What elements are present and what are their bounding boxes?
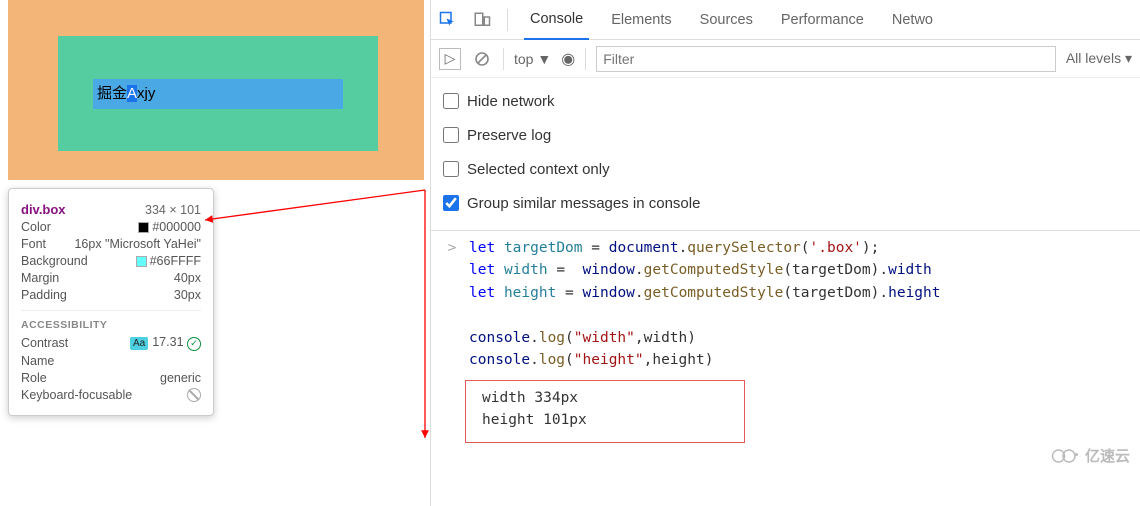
no-icon bbox=[187, 388, 201, 402]
prompt-icon: > bbox=[435, 237, 469, 372]
devtools-panel: Console Elements Sources Performance Net… bbox=[430, 0, 1140, 506]
tab-performance[interactable]: Performance bbox=[775, 0, 870, 40]
tab-sources[interactable]: Sources bbox=[694, 0, 759, 40]
output-highlight: width 334px height 101px bbox=[465, 380, 745, 443]
tooltip-selector: div.box bbox=[21, 202, 66, 217]
tooltip-color-label: Color bbox=[21, 220, 51, 234]
chevron-down-icon: ▾ bbox=[1125, 50, 1132, 66]
filter-input[interactable] bbox=[596, 46, 1056, 72]
arrow-to-tooltip bbox=[195, 180, 435, 480]
a11y-role-value: generic bbox=[160, 371, 201, 385]
console-filter-bar: ▷ top ▼ ◉ All levels ▾ bbox=[431, 40, 1140, 78]
preview-area: 掘金Axjy bbox=[8, 0, 424, 180]
levels-selector[interactable]: All levels ▾ bbox=[1066, 50, 1132, 67]
tooltip-padding-label: Padding bbox=[21, 288, 67, 302]
console-body[interactable]: > let targetDom = document.querySelector… bbox=[431, 231, 1140, 449]
tooltip-margin-label: Margin bbox=[21, 271, 59, 285]
tooltip-bg-label: Background bbox=[21, 254, 88, 268]
tooltip-padding-value: 30px bbox=[174, 288, 201, 302]
tooltip-dimensions: 334 × 101 bbox=[145, 203, 201, 217]
eye-icon[interactable]: ◉ bbox=[561, 49, 575, 69]
a11y-contrast-label: Contrast bbox=[21, 336, 68, 350]
tab-elements[interactable]: Elements bbox=[605, 0, 677, 40]
play-icon[interactable]: ▷ bbox=[439, 48, 461, 70]
opt-selected-context[interactable]: Selected context only bbox=[443, 152, 1128, 186]
a11y-title: ACCESSIBILITY bbox=[21, 319, 201, 331]
output-line-2: height 101px bbox=[482, 409, 728, 431]
chevron-down-icon: ▼ bbox=[537, 51, 551, 67]
devtools-tab-bar: Console Elements Sources Performance Net… bbox=[431, 0, 1140, 40]
context-selector[interactable]: top ▼ bbox=[514, 51, 551, 67]
console-options: Hide network Preserve log Selected conte… bbox=[431, 78, 1140, 231]
opt-group-similar[interactable]: Group similar messages in console bbox=[443, 186, 1128, 220]
a11y-focusable-label: Keyboard-focusable bbox=[21, 388, 132, 402]
box-outer: 掘金Axjy bbox=[58, 36, 378, 151]
tab-network[interactable]: Netwo bbox=[886, 0, 939, 40]
tooltip-font-value: 16px "Microsoft YaHei" bbox=[74, 237, 201, 251]
box-inner: 掘金Axjy bbox=[93, 79, 343, 109]
tooltip-font-label: Font bbox=[21, 237, 46, 251]
a11y-name-label: Name bbox=[21, 354, 54, 368]
tab-console[interactable]: Console bbox=[524, 0, 589, 40]
element-tooltip: div.box 334 × 101 Color #000000 Font 16p… bbox=[8, 188, 214, 416]
device-icon[interactable] bbox=[473, 11, 491, 29]
tooltip-bg-value: #66FFFF bbox=[136, 254, 201, 268]
inspect-icon[interactable] bbox=[439, 11, 457, 29]
watermark: 亿速云 bbox=[1051, 445, 1130, 466]
opt-hide-network[interactable]: Hide network bbox=[443, 84, 1128, 118]
a11y-role-label: Role bbox=[21, 371, 47, 385]
output-line-1: width 334px bbox=[482, 387, 728, 409]
opt-preserve-log[interactable]: Preserve log bbox=[443, 118, 1128, 152]
code-input[interactable]: let targetDom = document.querySelector('… bbox=[469, 237, 941, 372]
tooltip-color-value: #000000 bbox=[138, 220, 201, 234]
a11y-contrast-value: Aa17.31 ✓ bbox=[130, 335, 201, 351]
clear-icon[interactable] bbox=[471, 48, 493, 70]
tooltip-margin-value: 40px bbox=[174, 271, 201, 285]
